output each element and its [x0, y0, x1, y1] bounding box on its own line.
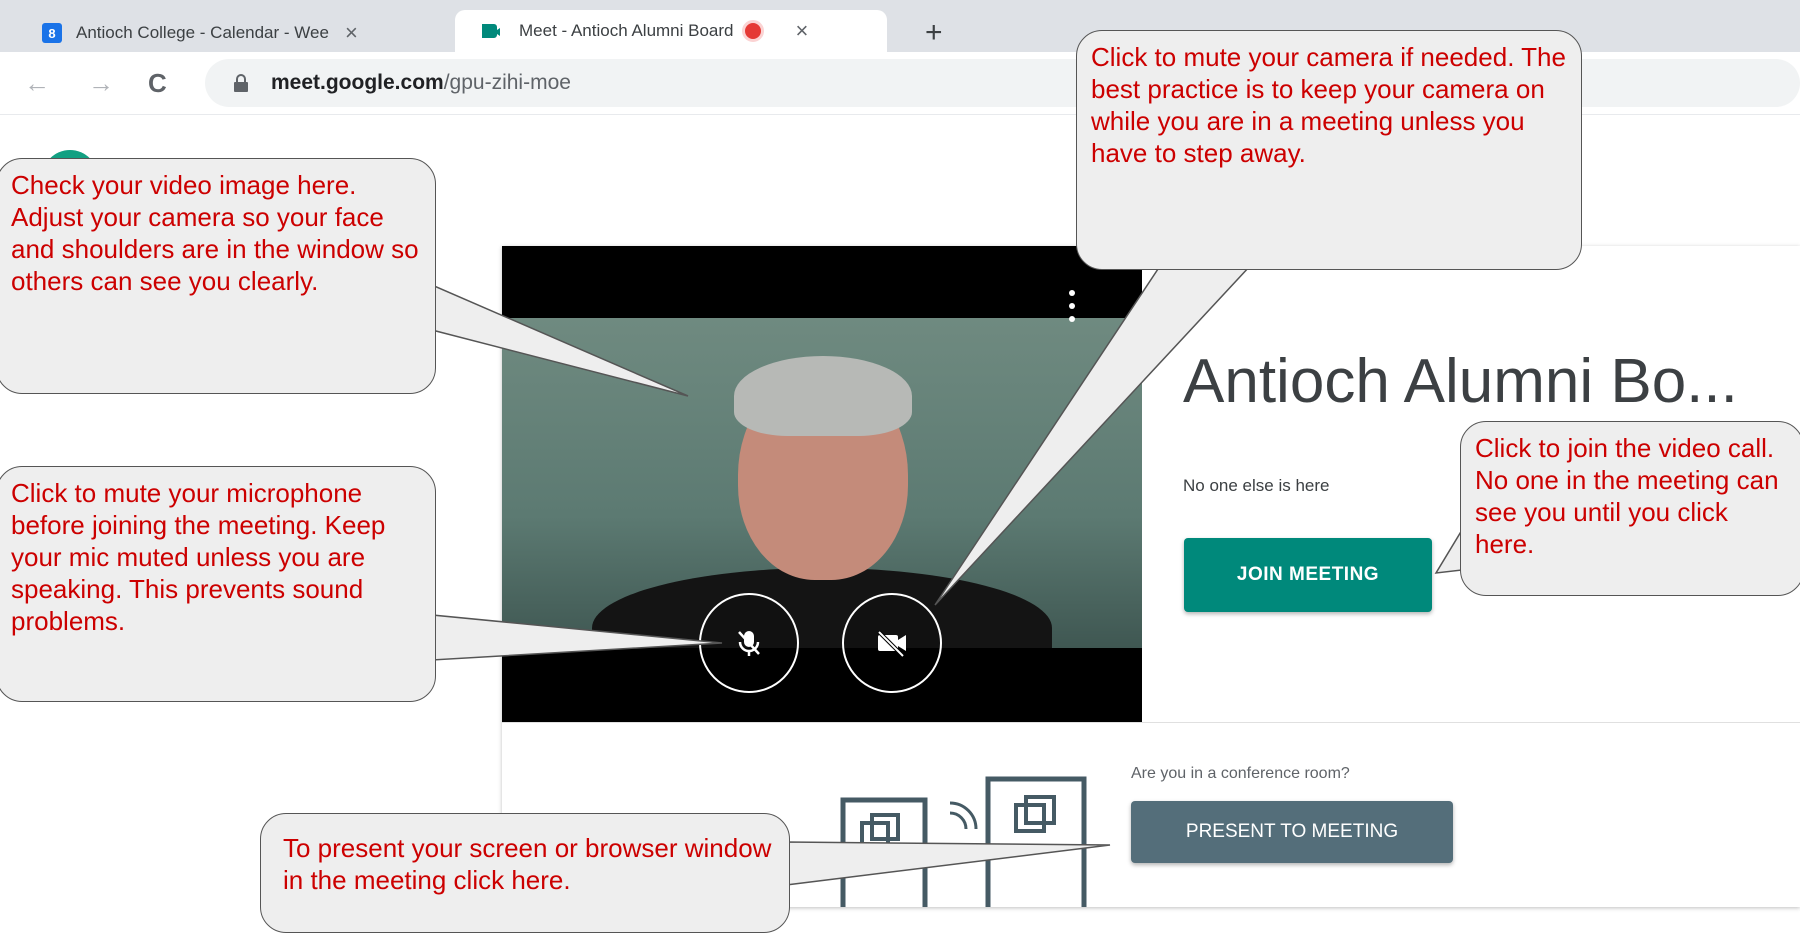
tab-calendar-label: Antioch College - Calendar - Wee — [76, 23, 329, 42]
more-options-icon[interactable] — [1068, 290, 1076, 322]
mute-camera-button[interactable] — [842, 593, 942, 693]
url-host: meet.google.com — [271, 71, 444, 94]
camera-off-icon — [877, 630, 906, 658]
meeting-title: Antioch Alumni Bo... — [1183, 347, 1738, 416]
callout-camera-tip: Click to mute your camera if needed. The… — [1076, 30, 1582, 270]
tab-meet[interactable]: Meet - Antioch Alumni Board × — [455, 10, 887, 52]
new-tab-button[interactable]: + — [925, 16, 943, 50]
close-icon[interactable]: × — [345, 20, 358, 46]
card-divider — [502, 722, 1800, 723]
present-to-meeting-button[interactable]: PRESENT TO MEETING — [1131, 801, 1453, 863]
callout-video-tip: Check your video image here. Adjust your… — [0, 158, 436, 394]
back-icon[interactable]: ← — [24, 68, 50, 99]
lock-icon — [234, 74, 248, 92]
calendar-icon: 8 — [42, 23, 62, 43]
participants-status: No one else is here — [1183, 476, 1330, 495]
person-hair — [734, 356, 912, 436]
callout-mic-tip: Click to mute your microphone before joi… — [0, 466, 436, 702]
meet-icon — [482, 24, 500, 38]
conference-room-question: Are you in a conference room? — [1131, 765, 1350, 782]
close-icon[interactable]: × — [796, 18, 809, 44]
tab-calendar[interactable]: 8 Antioch College - Calendar - Wee × — [0, 14, 450, 52]
mute-microphone-button[interactable] — [699, 593, 799, 693]
recording-icon — [741, 20, 764, 42]
video-preview — [502, 246, 1142, 722]
person-shoulders — [592, 568, 1052, 648]
url-path: /gpu-zihi-moe — [443, 71, 571, 94]
cast-devices-icon — [840, 776, 1087, 907]
mic-off-icon — [738, 631, 760, 656]
tab-meet-label: Meet - Antioch Alumni Board — [519, 21, 734, 40]
reload-icon[interactable]: C — [148, 68, 167, 99]
forward-icon[interactable]: → — [88, 68, 114, 99]
camera-feed — [502, 318, 1142, 648]
join-meeting-button[interactable]: JOIN MEETING — [1184, 538, 1432, 612]
callout-join-tip: Click to join the video call. No one in … — [1460, 421, 1800, 596]
callout-present-tip: To present your screen or browser window… — [260, 813, 790, 933]
